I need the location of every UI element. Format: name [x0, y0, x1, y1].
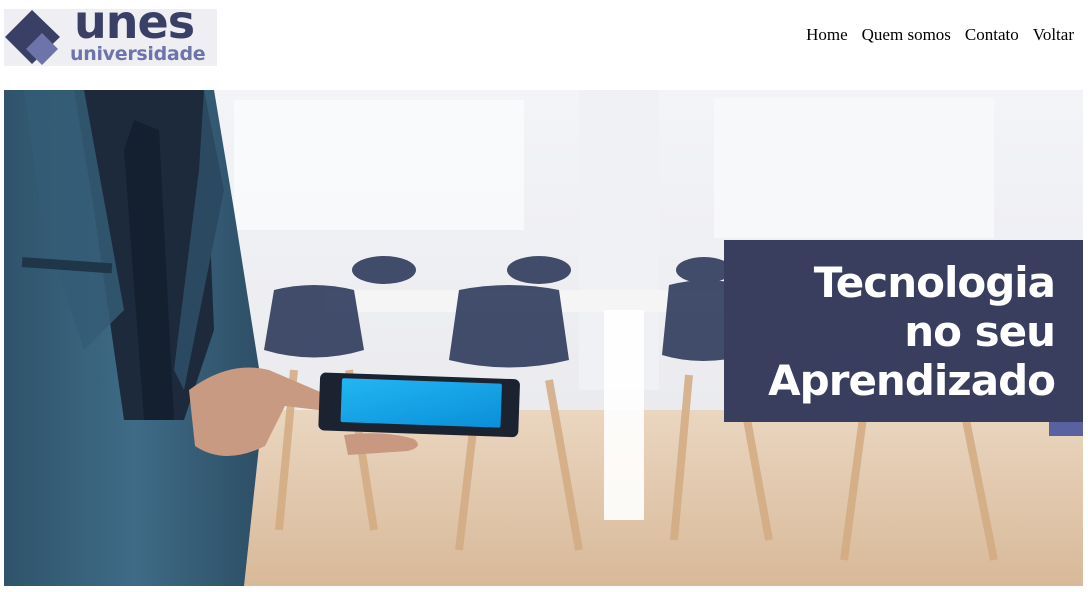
- nav-home-link[interactable]: Home: [806, 25, 848, 45]
- headline-line-3: Aprendizado: [768, 356, 1056, 405]
- site-header: unes universidade Home Quem somos Contat…: [0, 0, 1088, 90]
- logo-word-sub: universidade: [70, 43, 206, 65]
- logo-word-main: unes: [74, 0, 195, 49]
- headline-box: Tecnologia no seu Aprendizado: [724, 240, 1083, 422]
- hero-headline: Tecnologia no seu Aprendizado: [768, 258, 1056, 405]
- tablet-screen: [340, 378, 502, 428]
- headline-line-2: no seu: [904, 307, 1056, 356]
- unes-logo[interactable]: unes universidade: [4, 0, 217, 66]
- headline-accent-bar: [1049, 422, 1083, 436]
- headline-line-1: Tecnologia: [813, 258, 1056, 307]
- logo-diamond-icon: [5, 10, 60, 65]
- nav-voltar-link[interactable]: Voltar: [1033, 25, 1074, 45]
- nav-quem-somos-link[interactable]: Quem somos: [862, 25, 951, 45]
- nav-contato-link[interactable]: Contato: [965, 25, 1019, 45]
- hero-banner: Tecnologia no seu Aprendizado: [4, 90, 1083, 586]
- main-nav: Home Quem somos Contato Voltar: [806, 25, 1074, 45]
